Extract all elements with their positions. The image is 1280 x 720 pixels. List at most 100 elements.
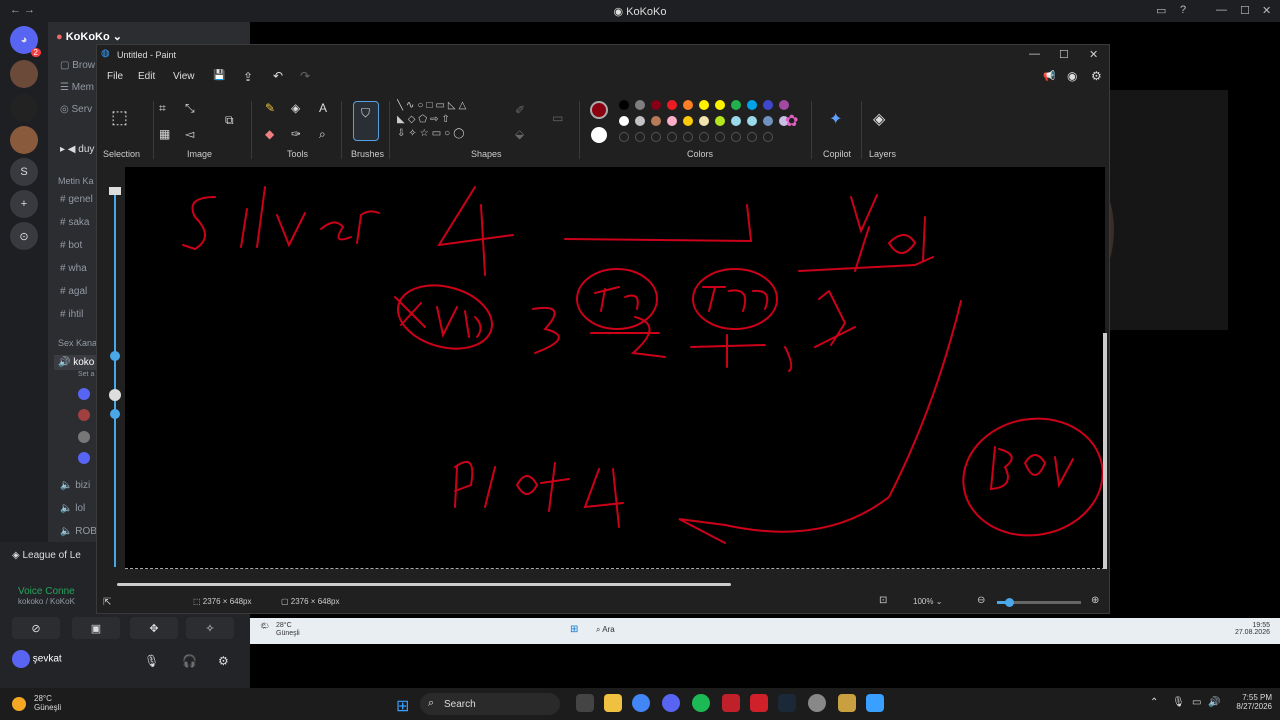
zoom-out-icon[interactable]: ⊖ [977, 595, 985, 606]
palette-color-swatch[interactable] [747, 116, 757, 126]
event-row[interactable]: ▸ ◀ duy [60, 144, 94, 155]
minimize-button[interactable]: — [1216, 4, 1227, 16]
help-icon[interactable]: ? [1180, 4, 1186, 16]
palette-color-swatch[interactable] [731, 100, 741, 110]
menu-file[interactable]: File [107, 71, 123, 82]
volume-icon[interactable]: 🔊 [1208, 697, 1220, 708]
zoom-in-icon[interactable]: ⊕ [1091, 595, 1099, 606]
menu-edit[interactable]: Edit [138, 71, 155, 82]
zoom-slider-thumb[interactable] [1005, 598, 1014, 607]
palette-color-swatch[interactable] [619, 100, 629, 110]
voice-member-avatar[interactable] [78, 388, 90, 403]
palette-color-swatch[interactable] [731, 116, 741, 126]
secondary-color-swatch[interactable] [591, 127, 607, 143]
taskbar-search[interactable]: ⌕ Search [420, 693, 560, 715]
resize-icon[interactable]: ⤡ [185, 101, 195, 116]
category-label[interactable]: Sex Kana [58, 338, 97, 348]
custom-color-slot[interactable] [651, 132, 661, 142]
voice-channel-item[interactable]: 🔈 bizi [60, 480, 90, 491]
palette-color-swatch[interactable] [763, 100, 773, 110]
channel-item[interactable]: # wha [60, 263, 87, 274]
inbox-icon[interactable]: ▭ [1156, 4, 1166, 17]
spotify-icon[interactable] [692, 694, 710, 712]
voice-channel-item[interactable]: 🔈 ROB [60, 526, 97, 537]
network-icon[interactable]: ▭ [1192, 697, 1201, 708]
palette-color-swatch[interactable] [619, 116, 629, 126]
custom-color-slot[interactable] [667, 132, 677, 142]
close-button[interactable]: ✕ [1262, 4, 1271, 17]
voice-channel-item[interactable]: 🔈 lol [60, 503, 85, 514]
custom-color-slot[interactable] [619, 132, 629, 142]
app-icon[interactable] [722, 694, 740, 712]
custom-color-slot[interactable] [699, 132, 709, 142]
user-info[interactable]: şevkat [12, 650, 62, 668]
discord-home-icon[interactable]: ◕ 2 [10, 26, 41, 57]
eraser-icon[interactable]: ◆ [265, 127, 274, 141]
voice-member-avatar[interactable] [78, 452, 90, 467]
custom-color-slot[interactable] [747, 132, 757, 142]
microphone-icon[interactable]: 🎙 [144, 654, 159, 668]
chrome-icon[interactable] [632, 694, 650, 712]
account-avatar[interactable]: ◉ [1067, 69, 1077, 83]
add-server-icon[interactable]: + [10, 190, 38, 218]
soundboard-button[interactable]: ✧ [186, 617, 234, 639]
server-avatar[interactable] [10, 94, 38, 122]
color-picker-icon[interactable]: ✑ [291, 127, 301, 141]
server-avatar[interactable] [10, 60, 38, 88]
drawing-canvas[interactable] [125, 167, 1105, 569]
palette-color-swatch[interactable] [715, 100, 725, 110]
edit-colors-icon[interactable]: ✿ [785, 111, 798, 131]
palette-color-swatch[interactable] [667, 100, 677, 110]
image-ai-icon[interactable]: ⧉ [225, 113, 234, 128]
custom-color-slot[interactable] [763, 132, 773, 142]
image-select-icon[interactable]: ▦ [159, 127, 170, 141]
palette-color-swatch[interactable] [635, 116, 645, 126]
palette-color-swatch[interactable] [651, 116, 661, 126]
palette-color-swatch[interactable] [715, 116, 725, 126]
zoom-slider[interactable] [997, 598, 1081, 607]
notification-icon[interactable]: 📢 [1043, 71, 1055, 82]
close-button[interactable]: ✕ [1089, 48, 1098, 61]
palette-color-swatch[interactable] [779, 100, 789, 110]
copilot-icon[interactable]: ✦ [829, 109, 842, 129]
active-voice-channel[interactable]: 🔊 koko [54, 355, 98, 370]
app-icon[interactable] [808, 694, 826, 712]
text-tool-icon[interactable]: A [319, 101, 327, 115]
channel-item[interactable]: # ihtil [60, 309, 83, 320]
voice-member-avatar[interactable] [78, 431, 90, 446]
scrollbar-thumb[interactable] [117, 583, 731, 586]
file-explorer-icon[interactable] [604, 694, 622, 712]
steam-icon[interactable] [778, 694, 796, 712]
palette-color-swatch[interactable] [699, 100, 709, 110]
maximize-button[interactable]: ☐ [1240, 4, 1250, 17]
minimize-button[interactable]: — [1029, 48, 1040, 60]
outline-icon[interactable]: ✐ [515, 103, 525, 117]
crop-icon[interactable]: ⌗ [159, 101, 166, 116]
windows-start-icon[interactable]: ⊞ [396, 696, 409, 716]
paint-icon[interactable] [866, 694, 884, 712]
menu-view[interactable]: View [173, 71, 195, 82]
valorant-icon[interactable] [750, 694, 768, 712]
voice-member-avatar[interactable] [78, 409, 90, 424]
palette-color-swatch[interactable] [763, 116, 773, 126]
server-letter[interactable]: S [10, 158, 38, 186]
microphone-icon[interactable]: 🎙 [1172, 697, 1185, 708]
custom-color-slot[interactable] [715, 132, 725, 142]
custom-color-slot[interactable] [683, 132, 693, 142]
fill-icon[interactable]: ⬙ [515, 127, 524, 141]
redo-icon[interactable]: ↷ [300, 69, 310, 83]
magnifier-icon[interactable]: ⌕ [319, 127, 326, 142]
voice-connection[interactable]: Voice Conne kokoko / KoKoK [18, 586, 75, 606]
pencil-icon[interactable]: ✎ [265, 101, 275, 115]
shapes-gallery[interactable]: ╲∿○□▭◺△ ◣◇⬠⇨⇧ ⇩✧☆▭○◯ [397, 99, 501, 145]
channel-item[interactable]: # saka [60, 217, 89, 228]
server-avatar[interactable] [10, 126, 38, 154]
slider-thumb[interactable] [110, 351, 120, 361]
fill-bucket-icon[interactable]: ◈ [291, 101, 300, 115]
custom-color-slot[interactable] [635, 132, 645, 142]
stop-stream-button[interactable]: ⊘ [12, 617, 60, 639]
slider-thumb[interactable] [110, 409, 120, 419]
server-guide[interactable]: ◎ Serv [60, 104, 92, 115]
discover-icon[interactable]: ⊙ [10, 222, 38, 250]
channel-item[interactable]: # genel [60, 194, 93, 205]
